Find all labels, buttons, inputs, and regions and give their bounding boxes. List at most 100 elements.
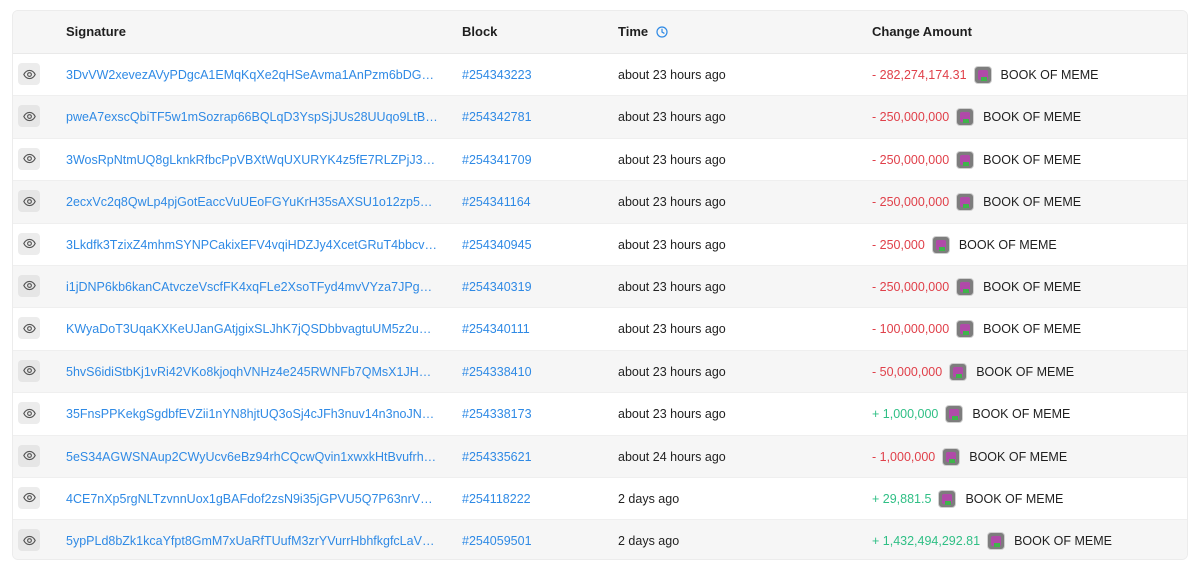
signature-link[interactable]: 5eS34AGWSNAup2CWyUcv6eBz94rhCQcwQvin1xwx… bbox=[66, 436, 438, 478]
signature-link[interactable]: KWyaDoT3UqaKXKeUJanGAtjgixSLJhK7jQSDbbva… bbox=[66, 308, 438, 350]
token-name-link[interactable]: BOOK OF MEME bbox=[983, 308, 1081, 350]
change-amount: - 250,000,000 bbox=[872, 152, 950, 167]
table-row: 5hvS6idiStbKj1vRi42VKo8kjoqhVNHz4e245RWN… bbox=[13, 350, 1187, 394]
block-link[interactable]: #254338410 bbox=[462, 351, 532, 393]
time-text: about 23 hours ago bbox=[618, 364, 726, 379]
view-details-button[interactable] bbox=[18, 63, 40, 85]
view-details-button[interactable] bbox=[18, 359, 40, 382]
token-logo-icon[interactable] bbox=[938, 489, 957, 508]
table-row: 3DvVW2xevezAVyPDgcA1EMqKqXe2qHSeAvma1AnP… bbox=[13, 54, 1187, 97]
signature-link[interactable]: 5hvS6idiStbKj1vRi42VKo8kjoqhVNHz4e245RWN… bbox=[66, 351, 438, 393]
block-link[interactable]: #254342781 bbox=[462, 96, 532, 138]
token-name-link[interactable]: BOOK OF MEME bbox=[976, 351, 1074, 393]
time-text: 2 days ago bbox=[618, 534, 680, 549]
token-name-link[interactable]: BOOK OF MEME bbox=[983, 96, 1081, 138]
token-name-link[interactable]: BOOK OF MEME bbox=[983, 139, 1081, 181]
token-logo-icon[interactable] bbox=[945, 405, 964, 424]
view-details-button[interactable] bbox=[18, 486, 40, 509]
table-row: 5ypPLd8bZk1kcaYfpt8GmM7xUaRfTUufM3zrYVur… bbox=[13, 520, 1187, 559]
table-row: 3WosRpNtmUQ8gLknkRfbcPpVBXtWqUXURYK4z5fE… bbox=[13, 139, 1187, 182]
view-details-button[interactable] bbox=[18, 147, 40, 170]
change-amount-cell: - 250,000,000 BOOK OF MEME bbox=[872, 266, 1081, 308]
table-row: pweA7exscQbiTF5w1mSozrap66BQLqD3YspSjJUs… bbox=[13, 96, 1187, 139]
signature-link[interactable]: 3WosRpNtmUQ8gLknkRfbcPpVBXtWqUXURYK4z5fE… bbox=[66, 139, 438, 181]
token-name-link[interactable]: BOOK OF MEME bbox=[959, 224, 1057, 266]
change-amount-cell: - 250,000,000 BOOK OF MEME bbox=[872, 181, 1081, 223]
time-text: about 23 hours ago bbox=[618, 237, 726, 252]
change-amount-cell: + 1,000,000 BOOK OF MEME bbox=[872, 393, 1070, 435]
change-amount: - 250,000,000 bbox=[872, 110, 950, 125]
column-header-time-label: Time bbox=[618, 24, 649, 39]
table-row: 5eS34AGWSNAup2CWyUcv6eBz94rhCQcwQvin1xwx… bbox=[13, 435, 1187, 478]
token-logo-icon[interactable] bbox=[949, 362, 968, 381]
view-details-button[interactable] bbox=[18, 529, 40, 552]
token-name-link[interactable]: BOOK OF MEME bbox=[1014, 520, 1112, 559]
change-amount-cell: + 1,432,494,292.81 BOOK OF MEME bbox=[872, 520, 1112, 559]
eye-icon bbox=[22, 450, 36, 461]
token-logo-icon[interactable] bbox=[956, 108, 975, 127]
signature-link[interactable]: 35FnsPPKekgSgdbfEVZii1nYN8hjtUQ3oSj4cJFh… bbox=[66, 393, 438, 435]
token-logo-icon[interactable] bbox=[956, 277, 975, 296]
view-details-button[interactable] bbox=[18, 105, 40, 128]
block-link[interactable]: #254341709 bbox=[462, 139, 532, 181]
signature-link[interactable]: i1jDNP6kb6kanCAtvczeVscfFK4xqFLe2XsoTFyd… bbox=[66, 266, 438, 308]
change-amount: - 282,274,174.31 bbox=[872, 68, 967, 82]
eye-icon bbox=[22, 69, 36, 79]
signature-link[interactable]: 3Lkdfk3TzixZ4mhmSYNPCakixEFV4vqiHDZJy4Xc… bbox=[66, 224, 438, 266]
signature-link[interactable]: pweA7exscQbiTF5w1mSozrap66BQLqD3YspSjJUs… bbox=[66, 96, 438, 138]
table-row: i1jDNP6kb6kanCAtvczeVscfFK4xqFLe2XsoTFyd… bbox=[13, 265, 1187, 309]
change-amount: + 29,881.5 bbox=[872, 491, 932, 506]
block-link[interactable]: #254340111 bbox=[462, 308, 530, 350]
view-details-button[interactable] bbox=[18, 444, 40, 467]
eye-icon bbox=[22, 238, 36, 249]
block-link[interactable]: #254059501 bbox=[462, 520, 532, 559]
signature-link[interactable]: 2ecxVc2q8QwLp4pjGotEaccVuUEoFGYuKrH35sAX… bbox=[66, 181, 438, 223]
clock-icon[interactable] bbox=[656, 26, 668, 38]
token-logo-icon[interactable] bbox=[973, 66, 992, 84]
token-logo-icon[interactable] bbox=[987, 532, 1006, 551]
view-details-button[interactable] bbox=[18, 232, 40, 255]
token-name-link[interactable]: BOOK OF MEME bbox=[1001, 54, 1099, 96]
table-row: 3Lkdfk3TzixZ4mhmSYNPCakixEFV4vqiHDZJy4Xc… bbox=[13, 224, 1187, 266]
table-body: 3DvVW2xevezAVyPDgcA1EMqKqXe2qHSeAvma1AnP… bbox=[13, 54, 1187, 559]
eye-icon bbox=[22, 154, 36, 164]
view-details-button[interactable] bbox=[18, 274, 40, 297]
token-name-link[interactable]: BOOK OF MEME bbox=[965, 478, 1063, 520]
block-link[interactable]: #254338173 bbox=[462, 393, 532, 435]
table-header: Signature Block Time Change Amount bbox=[13, 11, 1187, 54]
block-link[interactable]: #254118222 bbox=[462, 478, 531, 520]
view-details-button[interactable] bbox=[18, 190, 40, 213]
token-name-link[interactable]: BOOK OF MEME bbox=[972, 393, 1070, 435]
change-amount-cell: - 100,000,000 BOOK OF MEME bbox=[872, 308, 1081, 350]
table-row: 4CE7nXp5rgNLTzvnnUox1gBAFdof2zsN9i35jGPV… bbox=[13, 478, 1187, 521]
change-amount-cell: - 250,000,000 BOOK OF MEME bbox=[872, 139, 1081, 181]
time-text: about 23 hours ago bbox=[618, 407, 726, 422]
table-row: KWyaDoT3UqaKXKeUJanGAtjgixSLJhK7jQSDbbva… bbox=[13, 308, 1187, 351]
change-amount-cell: - 50,000,000 BOOK OF MEME bbox=[872, 351, 1074, 393]
view-details-button[interactable] bbox=[18, 317, 40, 340]
token-logo-icon[interactable] bbox=[942, 447, 961, 466]
block-link[interactable]: #254340319 bbox=[462, 266, 532, 308]
signature-link[interactable]: 3DvVW2xevezAVyPDgcA1EMqKqXe2qHSeAvma1AnP… bbox=[66, 54, 438, 96]
signature-link[interactable]: 5ypPLd8bZk1kcaYfpt8GmM7xUaRfTUufM3zrYVur… bbox=[66, 520, 438, 559]
change-amount-cell: - 250,000 BOOK OF MEME bbox=[872, 224, 1057, 266]
block-link[interactable]: #254343223 bbox=[462, 54, 532, 96]
time-text: about 23 hours ago bbox=[618, 152, 726, 167]
view-details-button[interactable] bbox=[18, 402, 40, 425]
token-logo-icon[interactable] bbox=[956, 150, 975, 169]
block-link[interactable]: #254341164 bbox=[462, 181, 531, 223]
token-logo-icon[interactable] bbox=[956, 193, 975, 212]
time-text: about 23 hours ago bbox=[618, 322, 726, 337]
token-logo-icon[interactable] bbox=[956, 320, 975, 339]
token-name-link[interactable]: BOOK OF MEME bbox=[983, 181, 1081, 223]
token-logo-icon[interactable] bbox=[931, 235, 950, 254]
change-amount: - 100,000,000 bbox=[872, 322, 950, 337]
token-name-link[interactable]: BOOK OF MEME bbox=[969, 436, 1067, 478]
block-link[interactable]: #254335621 bbox=[462, 436, 532, 478]
signature-link[interactable]: 4CE7nXp5rgNLTzvnnUox1gBAFdof2zsN9i35jGPV… bbox=[66, 478, 438, 520]
eye-icon bbox=[22, 281, 36, 291]
time-text: about 23 hours ago bbox=[618, 279, 726, 294]
block-link[interactable]: #254340945 bbox=[462, 224, 532, 266]
token-name-link[interactable]: BOOK OF MEME bbox=[983, 266, 1081, 308]
column-header-block: Block bbox=[462, 24, 498, 39]
